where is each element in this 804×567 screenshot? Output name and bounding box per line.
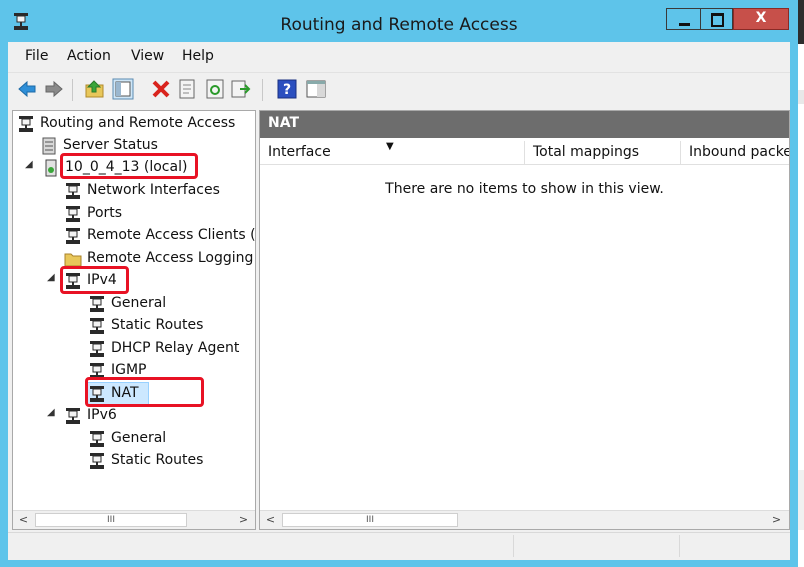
- app-window: Routing and Remote Access X File Action …: [0, 0, 798, 567]
- back-arrow-icon[interactable]: [16, 78, 38, 100]
- scroll-thumb[interactable]: III: [35, 513, 187, 527]
- general-icon: [90, 296, 104, 312]
- scroll-right-icon[interactable]: >: [235, 512, 252, 528]
- details-pane: NAT Interface ▼ Total mappings Inbound p…: [259, 110, 790, 530]
- properties-icon[interactable]: [176, 78, 198, 100]
- general-icon: [90, 431, 104, 447]
- tree-label: DHCP Relay Agent: [111, 340, 240, 356]
- menu-help[interactable]: Help: [182, 48, 214, 64]
- svg-text:?: ?: [283, 82, 291, 98]
- column-label: Interface: [268, 144, 331, 160]
- details-horizontal-scrollbar[interactable]: < III >: [260, 510, 789, 529]
- tree-horizontal-scrollbar[interactable]: < III >: [13, 510, 255, 529]
- expand-server-icon[interactable]: ◢: [25, 159, 33, 170]
- empty-list-message: There are no items to show in this view.: [385, 181, 664, 197]
- tree-label: General: [111, 295, 167, 311]
- menu-bar: File Action View Help: [8, 42, 790, 70]
- static-routes-icon: [90, 453, 104, 469]
- column-label: Total mappings: [533, 144, 640, 160]
- tree-label: IGMP: [111, 362, 147, 378]
- status-cell: [513, 535, 680, 557]
- delete-icon[interactable]: [150, 78, 172, 100]
- tree-label: Server Status: [63, 137, 158, 153]
- ipv6-icon: [66, 408, 80, 424]
- tree-label: Ports: [87, 205, 123, 221]
- up-folder-icon[interactable]: [84, 78, 106, 100]
- status-bar: [8, 532, 790, 559]
- console-tree-pane: Routing and Remote Access Server Status …: [12, 110, 256, 530]
- column-interface[interactable]: Interface ▼: [260, 141, 525, 165]
- toolbar: ?: [8, 72, 790, 107]
- details-header: NAT: [260, 111, 789, 138]
- show-hide-tree-icon[interactable]: [112, 78, 134, 100]
- title-bar[interactable]: Routing and Remote Access X: [0, 0, 798, 42]
- tree-label: Remote Access Logging: [87, 250, 254, 266]
- background-edge: [798, 0, 804, 567]
- dhcp-relay-icon: [90, 341, 104, 357]
- export-list-icon[interactable]: [230, 78, 252, 100]
- action-pane-icon[interactable]: [305, 78, 327, 100]
- column-total-mappings[interactable]: Total mappings: [525, 141, 681, 165]
- highlight-nat: [85, 377, 204, 407]
- tree-label: Static Routes: [111, 452, 204, 468]
- static-routes-icon: [90, 318, 104, 334]
- tree-label: Static Routes: [111, 317, 204, 333]
- details-title: NAT: [268, 115, 300, 131]
- sort-down-icon: ▼: [386, 141, 394, 152]
- column-inbound-packets[interactable]: Inbound packe: [681, 141, 789, 165]
- expand-ipv4-icon[interactable]: ◢: [47, 272, 55, 283]
- status-cell: [679, 535, 790, 557]
- maximize-button[interactable]: [700, 8, 733, 30]
- menu-file[interactable]: File: [25, 48, 48, 64]
- tree-label: General: [111, 430, 167, 446]
- scroll-left-icon[interactable]: <: [262, 512, 279, 528]
- server-icon: [45, 159, 57, 177]
- tree-label: Routing and Remote Access: [40, 115, 236, 131]
- scroll-right-icon[interactable]: >: [768, 512, 785, 528]
- close-button[interactable]: X: [733, 8, 789, 30]
- expand-ipv6-icon[interactable]: ◢: [47, 407, 55, 418]
- ports-icon: [66, 206, 80, 222]
- highlight-server: [60, 153, 198, 179]
- client-area: File Action View Help ? Routing and Remo…: [8, 42, 790, 560]
- scroll-thumb[interactable]: III: [282, 513, 458, 527]
- tree-label: Remote Access Clients (: [87, 227, 256, 243]
- menu-view[interactable]: View: [131, 48, 164, 64]
- forward-arrow-icon[interactable]: [43, 78, 65, 100]
- highlight-ipv4: [60, 266, 129, 294]
- tree-label: IPv6: [87, 407, 117, 423]
- menu-action[interactable]: Action: [67, 48, 111, 64]
- routing-icon: [19, 116, 33, 132]
- network-icon: [66, 183, 80, 199]
- clients-icon: [66, 228, 80, 244]
- server-status-icon: [42, 137, 56, 155]
- column-label: Inbound packe: [689, 144, 789, 160]
- refresh-icon[interactable]: [204, 78, 226, 100]
- scroll-left-icon[interactable]: <: [15, 512, 32, 528]
- tree-label: Network Interfaces: [87, 182, 220, 198]
- help-icon[interactable]: ?: [276, 78, 298, 100]
- minimize-button[interactable]: [666, 8, 701, 30]
- close-icon: X: [755, 10, 767, 26]
